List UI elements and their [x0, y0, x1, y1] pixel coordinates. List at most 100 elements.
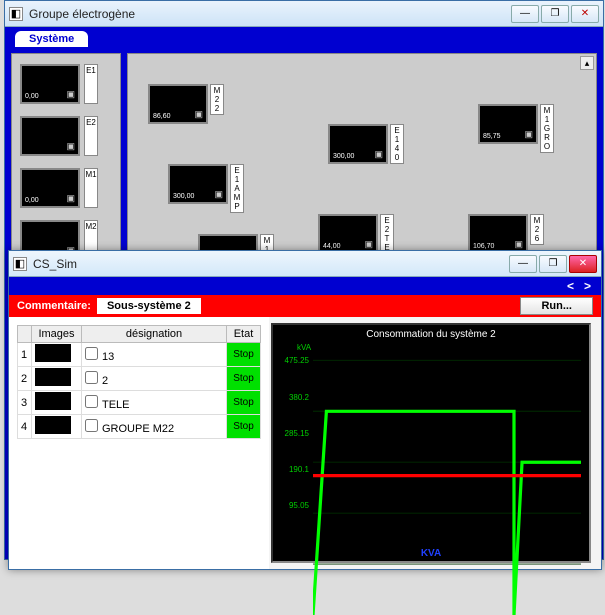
scroll-up-button[interactable]: ▴ [580, 56, 594, 70]
device-tag: E140 [390, 124, 404, 164]
col-etat: Etat [227, 326, 261, 343]
nav-next-button[interactable]: > [584, 279, 591, 293]
device-value: 0,00 [25, 197, 39, 204]
sim-titlebar[interactable]: ◧ CS_Sim — ❐ ✕ [9, 251, 601, 277]
row-designation: 2 [82, 367, 227, 391]
close-button[interactable]: ✕ [571, 5, 599, 23]
maximize-button[interactable]: ❐ [541, 5, 569, 23]
row-index: 3 [18, 391, 32, 415]
close-button[interactable]: ✕ [569, 255, 597, 273]
y-tick: 475.25 [277, 356, 309, 365]
device-box[interactable]: 86,60 ▣ [148, 84, 208, 124]
device-icon: ▣ [374, 149, 383, 160]
tab-bar: Système [5, 27, 603, 47]
row-index: 2 [18, 367, 32, 391]
comment-bar: Commentaire: Sous-système 2 Run... [9, 295, 601, 317]
col-images: Images [32, 326, 82, 343]
device-icon: ▣ [364, 239, 373, 250]
row-designation: GROUPE M22 [82, 415, 227, 439]
row-checkbox[interactable] [85, 419, 98, 432]
row-image [32, 415, 82, 439]
y-tick: 285.15 [277, 429, 309, 438]
thumbnail-icon [35, 368, 71, 386]
main-title: Groupe électrogène [29, 7, 511, 21]
row-designation: 13 [82, 343, 227, 367]
device-value: 44,00 [323, 243, 341, 250]
device-box[interactable]: 0,00 ▣ [20, 64, 80, 104]
row-checkbox[interactable] [85, 371, 98, 384]
y-tick: 190.1 [277, 465, 309, 474]
device-value: 300,00 [333, 153, 354, 160]
row-image [32, 343, 82, 367]
col-designation: désignation [82, 326, 227, 343]
row-state[interactable]: Stop [227, 367, 261, 391]
row-image [32, 391, 82, 415]
device-box[interactable]: 0,00 ▣ [20, 168, 80, 208]
device-tag: E1 [84, 64, 98, 104]
device-icon: ▣ [514, 239, 523, 250]
row-index: 1 [18, 343, 32, 367]
device-tag: M22 [210, 84, 224, 115]
device-box[interactable]: 300,00 ▣ [168, 164, 228, 204]
device-box[interactable]: 300,00 ▣ [328, 124, 388, 164]
y-tick: 95.05 [277, 501, 309, 510]
main-titlebar[interactable]: ◧ Groupe électrogène — ❐ ✕ [5, 1, 603, 27]
chart-panel: Consommation du système 2 kVA 475.25 380.… [269, 317, 601, 569]
y-tick: 380.2 [277, 393, 309, 402]
device-value: 85,75 [483, 133, 501, 140]
thumbnail-icon [35, 344, 71, 362]
device-box[interactable]: 106,70 ▣ [468, 214, 528, 254]
sim-window: ◧ CS_Sim — ❐ ✕ < > Commentaire: Sous-sys… [8, 250, 602, 570]
row-index: 4 [18, 415, 32, 439]
device-box[interactable]: 44,00 ▣ [318, 214, 378, 254]
thumbnail-icon [35, 392, 71, 410]
sim-title: CS_Sim [33, 257, 509, 271]
comment-label: Commentaire: [17, 300, 91, 312]
device-tag: E1AMP [230, 164, 244, 213]
device-icon: ▣ [194, 109, 203, 120]
app-icon: ◧ [9, 7, 23, 21]
maximize-button[interactable]: ❐ [539, 255, 567, 273]
row-state[interactable]: Stop [227, 391, 261, 415]
row-state[interactable]: Stop [227, 343, 261, 367]
row-checkbox[interactable] [85, 395, 98, 408]
row-checkbox[interactable] [85, 347, 98, 360]
minimize-button[interactable]: — [511, 5, 539, 23]
tab-systeme[interactable]: Système [15, 31, 88, 47]
table-row[interactable]: 4 GROUPE M22Stop [18, 415, 261, 439]
minimize-button[interactable]: — [509, 255, 537, 273]
device-tag: E2 [84, 116, 98, 156]
device-value: 300,00 [173, 193, 194, 200]
device-icon: ▣ [66, 193, 75, 204]
device-value: 106,70 [473, 243, 494, 250]
comment-value: Sous-système 2 [97, 298, 201, 314]
table-row[interactable]: 1 13Stop [18, 343, 261, 367]
chart-x-label: KVA [273, 548, 589, 559]
table-row[interactable]: 22Stop [18, 367, 261, 391]
device-value: 86,60 [153, 113, 171, 120]
device-icon: ▣ [524, 129, 533, 140]
device-icon: ▣ [214, 189, 223, 200]
device-box[interactable]: 85,75 ▣ [478, 104, 538, 144]
device-icon: ▣ [66, 89, 75, 100]
app-icon: ◧ [13, 257, 27, 271]
nav-strip: < > [9, 277, 601, 295]
row-designation: TELE [82, 391, 227, 415]
run-button[interactable]: Run... [520, 297, 593, 315]
device-value: 0,00 [25, 93, 39, 100]
chart-y-unit: kVA [297, 343, 311, 352]
col-index [18, 326, 32, 343]
device-tag: M1 [84, 168, 98, 208]
chart-plot [313, 347, 581, 615]
row-image [32, 367, 82, 391]
row-state[interactable]: Stop [227, 415, 261, 439]
table-row[interactable]: 3 TELEStop [18, 391, 261, 415]
chart-title: Consommation du système 2 [273, 329, 589, 340]
items-panel: Images désignation Etat 113Stop22Stop3TE… [9, 317, 269, 569]
device-box[interactable]: ▣ [20, 116, 80, 156]
items-table: Images désignation Etat 113Stop22Stop3TE… [17, 325, 261, 439]
device-icon: ▣ [66, 141, 75, 152]
nav-prev-button[interactable]: < [567, 279, 574, 293]
thumbnail-icon [35, 416, 71, 434]
device-tag: M26 [530, 214, 544, 245]
